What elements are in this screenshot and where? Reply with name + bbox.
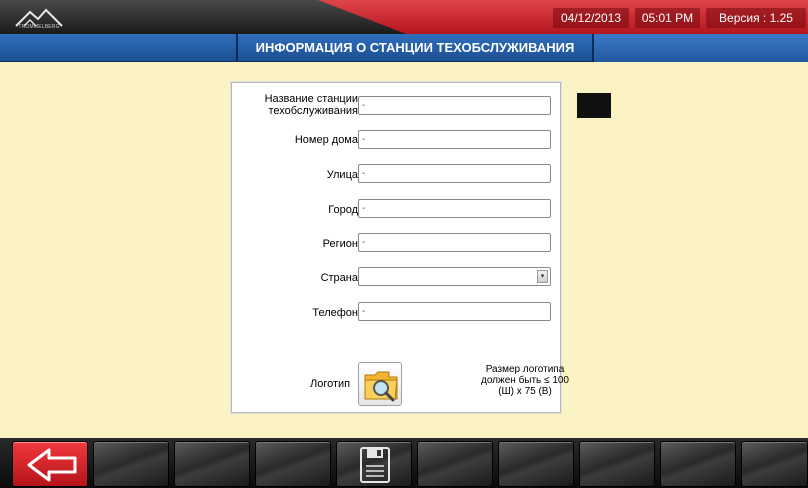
station-name-field[interactable]: - (358, 96, 551, 115)
region-field[interactable]: - (358, 233, 551, 252)
logo-label: Логотип (310, 378, 351, 390)
toolbar-button-6[interactable] (417, 441, 493, 487)
back-button[interactable] (12, 441, 88, 487)
title-bar-right (594, 34, 808, 62)
street-field[interactable]: - (358, 164, 551, 183)
time-display: 05:01 PM (635, 8, 700, 28)
city-label: Город (328, 204, 358, 216)
toolbar-button-4[interactable] (255, 441, 331, 487)
street-label: Улица (326, 169, 358, 181)
country-label: Страна (320, 272, 358, 284)
version-display: Версия : 1.25 (706, 8, 806, 28)
station-name-label-line2: техобслуживания (268, 105, 358, 117)
date-display: 04/12/2013 (553, 8, 629, 28)
toolbar-button-3[interactable] (174, 441, 250, 487)
logo-size-note: Размер логотипа должен быть ≤ 100 (Ш) x … (481, 364, 569, 397)
chevron-down-icon[interactable]: ▾ (537, 270, 548, 283)
logo-text: TROMMELBERG (18, 24, 60, 30)
city-field[interactable]: - (358, 199, 551, 218)
country-select[interactable]: ▾ (358, 267, 551, 286)
toolbar-button-8[interactable] (579, 441, 655, 487)
house-number-field[interactable]: - (358, 130, 551, 149)
back-arrow-icon (27, 448, 77, 482)
browse-logo-button[interactable] (358, 362, 402, 406)
toolbar-button-2[interactable] (93, 441, 169, 487)
save-icon (360, 447, 390, 483)
region-label: Регион (322, 238, 358, 250)
phone-label: Телефон (312, 307, 358, 319)
toolbar-button-10[interactable] (741, 441, 808, 487)
save-button[interactable] (336, 441, 412, 487)
page-title: ИНФОРМАЦИЯ О СТАНЦИИ ТЕХОБСЛУЖИВАНИЯ (236, 34, 594, 62)
toolbar-button-9[interactable] (660, 441, 736, 487)
station-name-label-line1: Название станции (264, 93, 358, 105)
toolbar-button-7[interactable] (498, 441, 574, 487)
house-number-label: Номер дома (294, 134, 358, 146)
phone-field[interactable]: - (358, 302, 551, 321)
folder-search-icon (364, 371, 398, 402)
station-name-label: Название станции техобслуживания (265, 93, 358, 117)
logo-preview (577, 93, 611, 118)
